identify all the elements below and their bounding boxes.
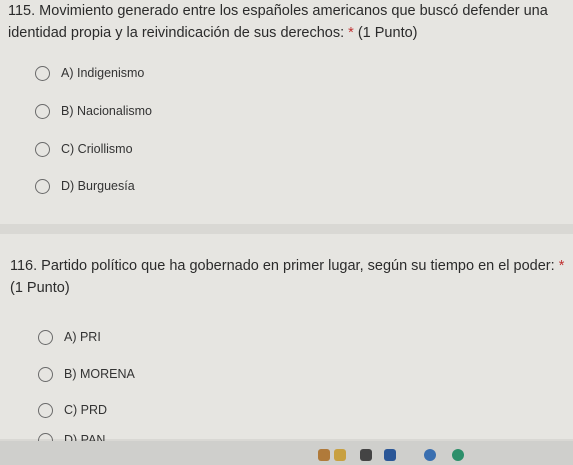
option-label: A) PRI (64, 330, 101, 344)
radio-button[interactable] (38, 366, 53, 382)
radio-button[interactable] (35, 141, 50, 157)
option-label: C) PRD (64, 403, 108, 417)
question-card-116: 116. Partido político que ha gobernado e… (0, 234, 573, 448)
option-label: B) MORENA (64, 367, 135, 381)
radio-button[interactable] (35, 178, 50, 194)
question-title: 116. Partido político que ha gobernado e… (10, 258, 555, 274)
word-icon[interactable] (384, 449, 396, 461)
option-label: C) Criollismo (61, 142, 133, 156)
required-mark: * (558, 258, 565, 274)
radio-button[interactable] (35, 65, 50, 81)
option-label: B) Nacionalismo (61, 104, 153, 118)
option-a[interactable]: A) Indigenismo (35, 63, 144, 83)
option-label: A) Indigenismo (61, 66, 145, 80)
app-icon[interactable] (424, 449, 436, 461)
option-a[interactable]: A) PRI (38, 327, 101, 347)
points-label: (1 Punto) (357, 25, 418, 41)
option-b[interactable]: B) Nacionalismo (35, 101, 152, 121)
option-b[interactable]: B) MORENA (38, 364, 135, 384)
app-icon[interactable] (452, 449, 464, 461)
taskbar (0, 441, 573, 465)
option-label: D) Burguesía (61, 179, 135, 193)
question-text: 116. Partido político que ha gobernado e… (10, 255, 565, 299)
app-icon[interactable] (318, 449, 330, 461)
radio-button[interactable] (38, 402, 53, 418)
app-icon[interactable] (334, 449, 346, 461)
question-text: 115. Movimiento generado entre los españ… (8, 0, 568, 44)
option-d[interactable]: D) Burguesía (35, 176, 135, 196)
question-card-115: 115. Movimiento generado entre los españ… (0, 0, 573, 224)
radio-button[interactable] (38, 329, 53, 345)
option-c[interactable]: C) PRD (38, 400, 107, 420)
option-c[interactable]: C) Criollismo (35, 139, 133, 159)
radio-button[interactable] (35, 103, 50, 119)
points-label: (1 Punto) (10, 280, 70, 296)
required-mark: * (348, 25, 354, 41)
question-title: 115. Movimiento generado entre los españ… (8, 3, 548, 41)
app-icon[interactable] (360, 449, 372, 461)
